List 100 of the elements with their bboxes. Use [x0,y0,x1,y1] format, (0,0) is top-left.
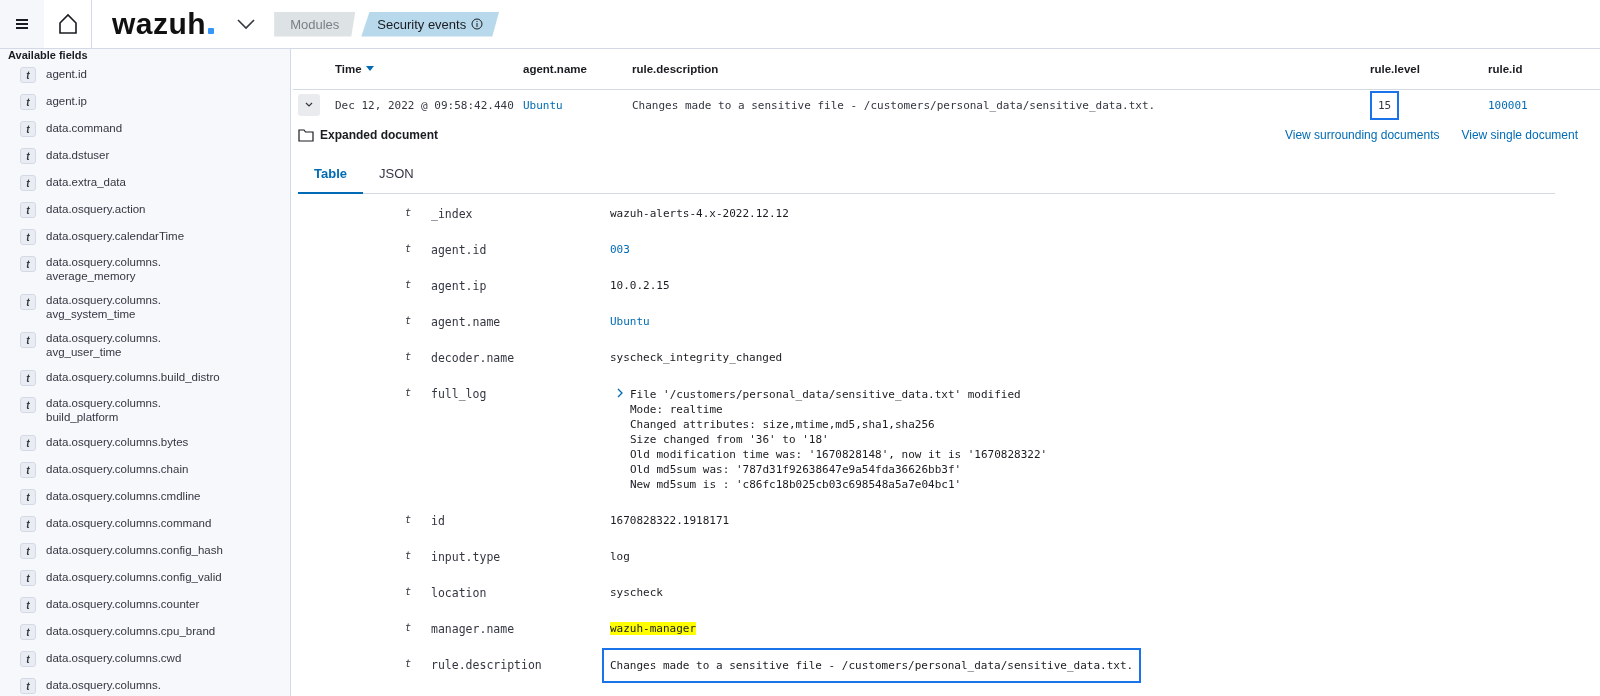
field-type-icon: t [405,514,431,525]
field-type-badge: t [20,202,36,218]
field-name[interactable]: data.osquery.columns.command [46,515,212,531]
chevron-right-icon [616,387,624,399]
field-value: Changes made to a sensitive file - /customers/personal_data/sensitive_data.txt. [602,648,1142,683]
field-type-badge: t [20,489,36,505]
table-cell: Dec 12, 2022 @ 09:58:42.440 [335,98,514,112]
expand-toggle[interactable] [298,94,320,116]
field-type-badge: t [20,624,36,640]
field-value: 1670828322.1918171 [610,514,730,527]
table-cell: 15 [1370,90,1400,120]
field-value: syscheck [610,586,663,599]
brand-logo: wazuh [112,7,215,41]
field-name: location [431,586,488,600]
field-name: decoder.name [431,351,516,365]
field-name[interactable]: agent.ip [46,93,87,109]
field-name[interactable]: data.osquery.columns.counter [46,596,200,612]
field-type-badge: t [20,94,36,110]
field-name: rule.description [431,658,543,672]
field-name: _index [431,207,474,221]
field-name[interactable]: data.osquery.columns.bytes [46,434,189,450]
document-link[interactable]: View single document [1461,128,1578,142]
chevron-down-icon [236,18,257,30]
breadcrumb[interactable]: Security events [361,11,500,37]
field-name[interactable]: data.dstuser [46,147,110,163]
field-type-icon: t [405,243,431,254]
field-name[interactable]: agent.id [46,66,87,82]
field-type-icon: t [405,622,431,633]
document-link[interactable]: View surrounding documents [1284,128,1440,142]
field-type-icon: t [405,351,431,362]
field-name[interactable]: data.osquery.action [46,201,146,217]
field-value: syscheck_integrity_changed [610,351,783,364]
field-link[interactable]: Ubuntu [610,315,650,328]
section-title: Expanded document [320,128,439,142]
field-type-icon: t [405,658,431,669]
field-type-badge: t [20,229,36,245]
table-link[interactable]: Ubuntu [523,98,563,112]
column-header[interactable]: agent.name [523,63,632,75]
field-name[interactable]: data.command [46,120,123,136]
field-type-badge: t [20,597,36,613]
menu-icon [14,16,30,32]
field-type-badge: t [20,543,36,559]
field-type-icon: t [405,550,431,561]
field-type-badge: t [20,175,36,191]
menu-button[interactable] [0,0,44,48]
field-value: log [610,550,630,563]
field-name[interactable]: data.osquery.columns.cwd [46,650,182,666]
field-name[interactable]: data.osquery.columns. build_platform [46,396,161,424]
field-type-badge: t [20,462,36,478]
folder-icon [298,128,314,142]
field-value: wazuh-alerts-4.x-2022.12.12 [610,207,789,220]
field-type-badge: t [20,516,36,532]
field-name[interactable]: data.osquery.columns. [46,677,161,693]
field-value: wazuh-manager [610,622,697,635]
field-type-badge: t [20,121,36,137]
field-name[interactable]: data.osquery.columns.cpu_brand [46,623,216,639]
column-header[interactable]: rule.description [632,63,1370,75]
field-name: input.type [431,550,502,564]
column-header[interactable]: rule.level [1370,63,1488,75]
field-type-icon: t [405,315,431,326]
field-type-badge: t [20,370,36,386]
table-link[interactable]: 100001 [1488,98,1528,112]
sidebar-title: Available fields [7,49,89,61]
column-header[interactable]: Time [335,63,523,75]
field-name[interactable]: data.osquery.columns.build_distro [46,369,220,385]
field-type-icon: t [405,279,431,290]
field-name: agent.id [431,243,488,257]
field-name[interactable]: data.osquery.columns.config_hash [46,542,223,558]
field-type-badge: t [20,435,36,451]
field-type-badge: t [20,397,36,413]
tab[interactable]: JSON [363,156,430,194]
field-name[interactable]: data.osquery.columns.cmdline [46,488,201,504]
field-type-icon: t [405,387,431,398]
field-type-icon: t [405,586,431,597]
field-value: 10.0.2.15 [610,279,670,292]
field-name: id [431,514,446,528]
field-type-badge: t [20,148,36,164]
home-icon [56,13,79,35]
field-name[interactable]: data.osquery.columns. avg_system_time [46,293,161,321]
field-name[interactable]: data.osquery.columns.config_valid [46,569,222,585]
column-header[interactable]: rule.id [1488,63,1600,75]
field-value: File '/customers/personal_data/sensitive_data.txt' modified Mode: realtime Changed attributes: size,mtime,md5,sha1,sha256 Size changed from '36' to '18' Old modification time was: '1670828148', now it is '1670828322' Old md5sum was: '787d31f92638647e9a54fda36626bb3f' New md5sum is : 'c86fc18b025cb03c698548a5a7e04bc1' [630,387,1048,492]
tab[interactable]: Table [298,156,363,194]
field-name: full_log [431,387,488,401]
field-name[interactable]: data.osquery.columns. avg_user_time [46,331,161,359]
field-name: manager.name [431,622,516,636]
field-name: agent.ip [431,279,488,293]
field-name[interactable]: data.osquery.columns.chain [46,461,189,477]
field-type-badge: t [20,651,36,667]
field-name: agent.name [431,315,502,329]
table-cell: Changes made to a sensitive file - /customers/personal_data/sensitive_data.txt. [632,98,1156,112]
field-name[interactable]: data.extra_data [46,174,126,190]
field-name[interactable]: data.osquery.columns. average_memory [46,255,161,283]
field-type-badge: t [20,256,36,272]
field-type-badge: t [20,570,36,586]
field-link[interactable]: 003 [610,243,630,256]
brand-dropdown[interactable] [236,18,257,30]
sort-down-icon [365,66,374,72]
field-name[interactable]: data.osquery.calendarTime [46,228,185,244]
info-icon [471,18,484,30]
